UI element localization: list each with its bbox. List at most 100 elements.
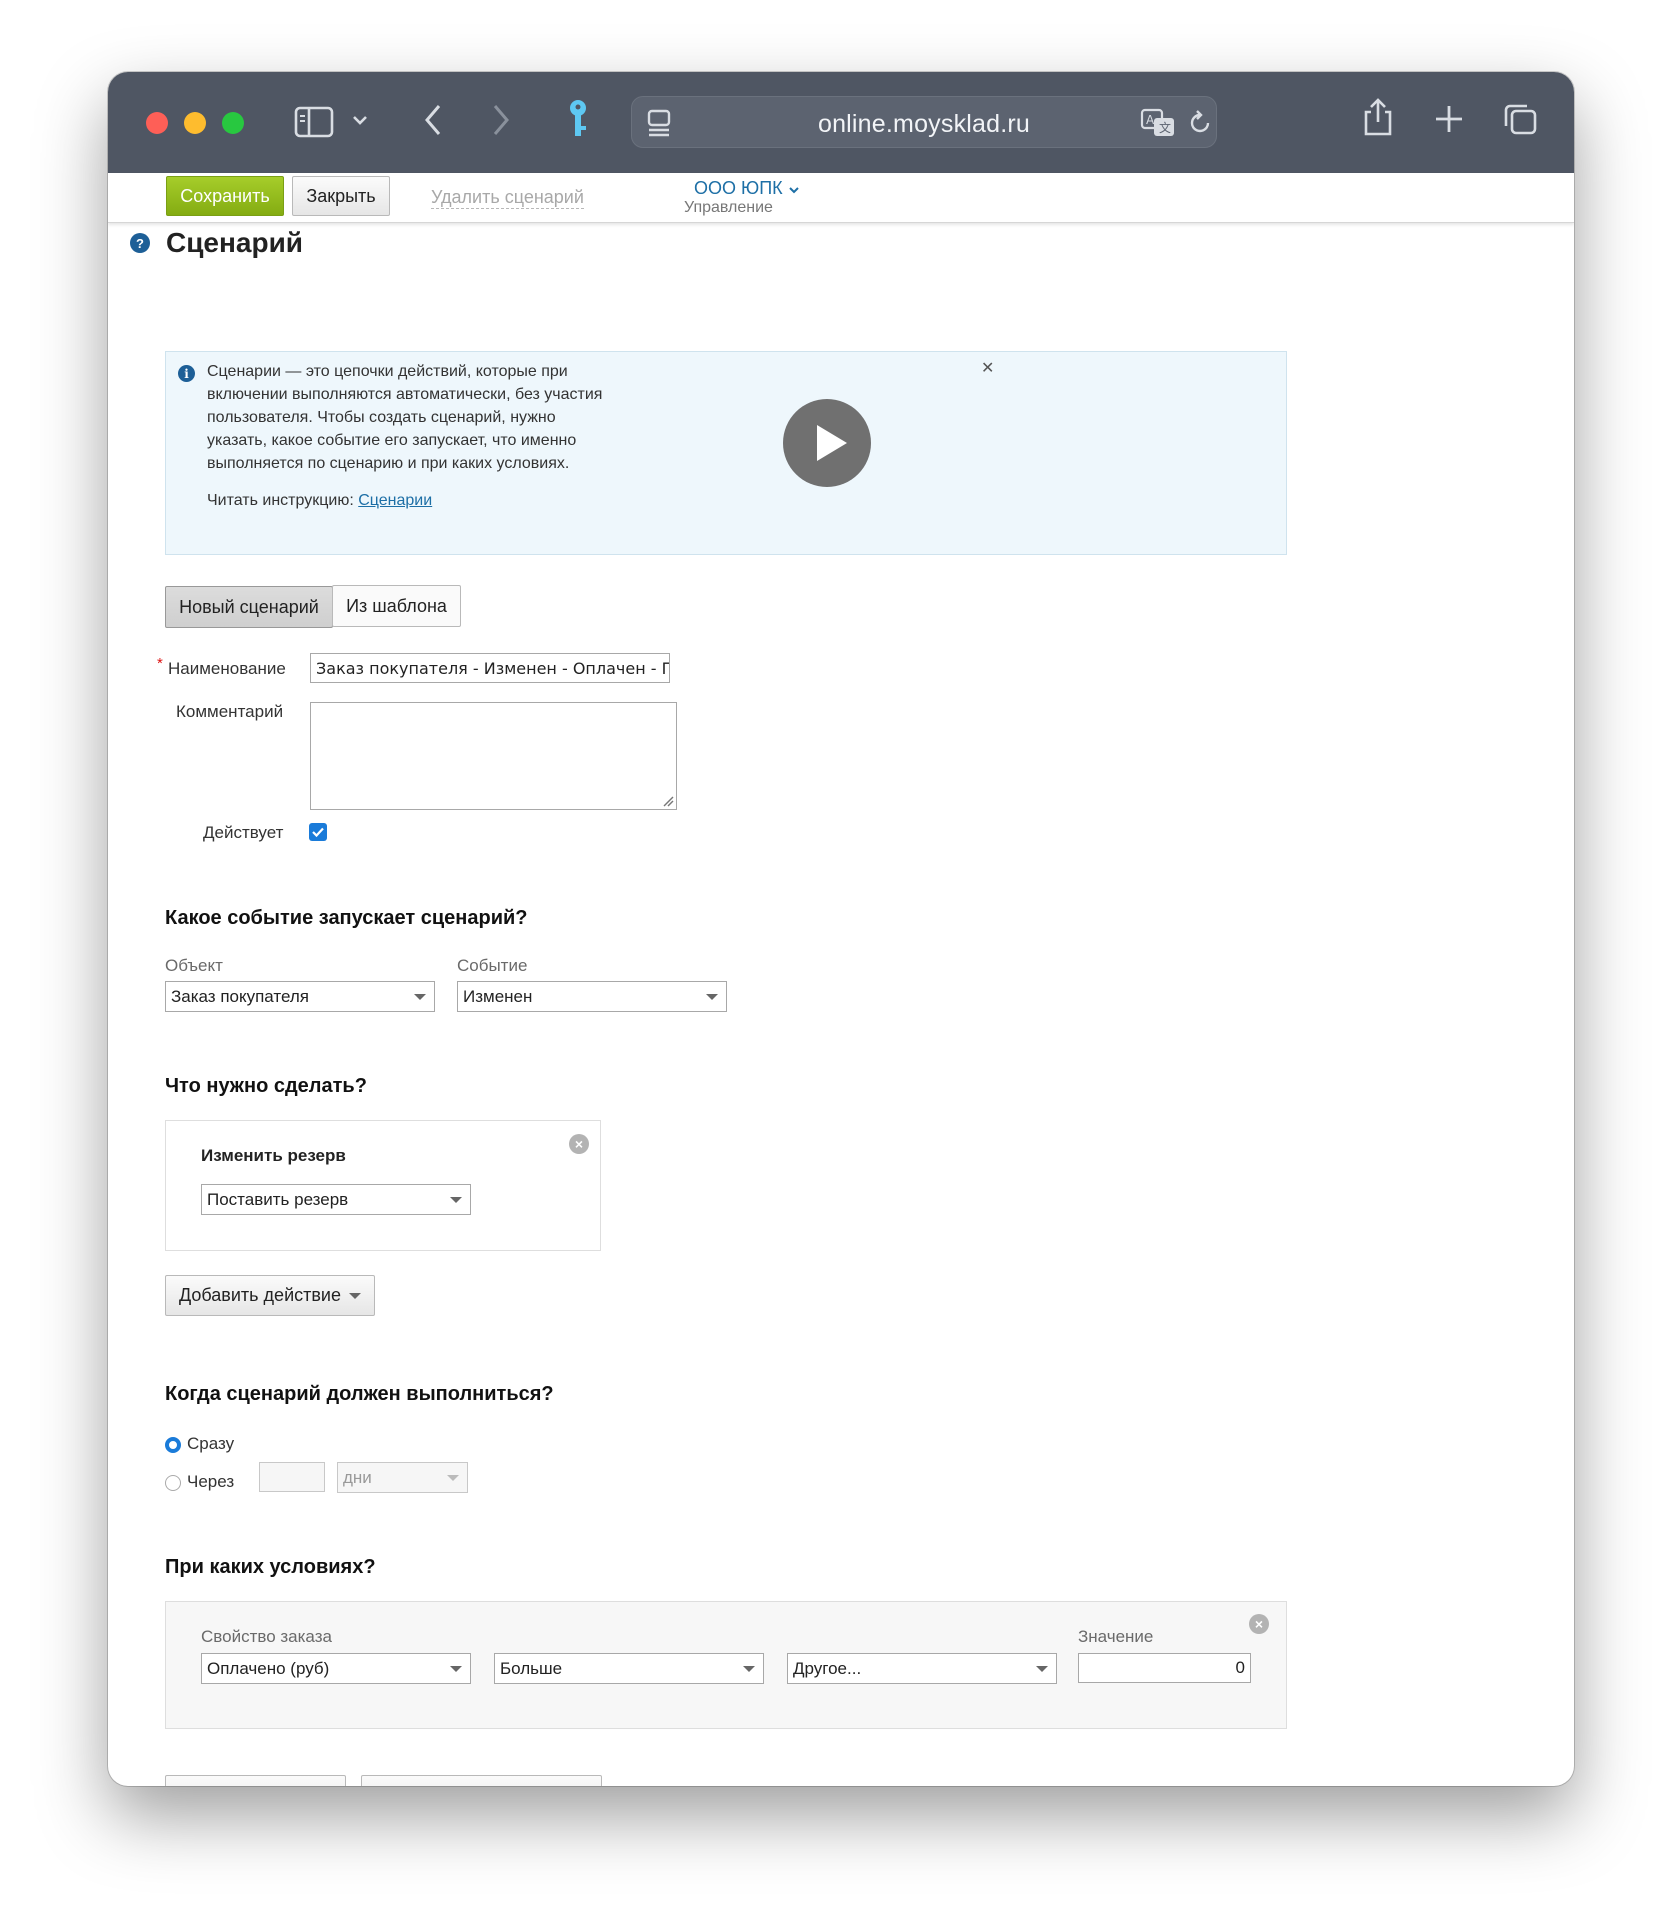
reload-icon[interactable]	[1186, 109, 1214, 142]
url-text: online.moysklad.ru	[817, 110, 1031, 138]
radio-now[interactable]	[165, 1437, 181, 1453]
value-type-value: Другое...	[793, 1658, 862, 1678]
svg-text:文: 文	[1159, 120, 1171, 135]
radio-now-label: Сразу	[187, 1434, 235, 1453]
active-label: Действует	[203, 823, 284, 842]
actions-heading: Что нужно сделать?	[165, 1075, 367, 1097]
comment-label: Комментарий	[176, 702, 284, 721]
page-content: ? Сценарий i Сценарии — это цепочки дейс…	[108, 223, 1574, 1786]
caret-down-icon	[349, 1292, 361, 1299]
instruction-link[interactable]: Сценарии	[358, 492, 432, 509]
app-toolbar: Сохранить Закрыть Удалить сценарий ООО Ю…	[108, 173, 1574, 223]
comment-textarea[interactable]	[310, 702, 677, 810]
reserve-value: Поставить резерв	[207, 1189, 349, 1209]
check-icon	[312, 827, 324, 838]
close-button[interactable]: Закрыть	[292, 176, 390, 216]
active-checkbox[interactable]	[309, 823, 327, 841]
zoom-window-button[interactable]	[222, 112, 244, 134]
trigger-heading: Какое событие запускает сценарий?	[165, 907, 528, 929]
operator-select[interactable]: Больше	[494, 1653, 764, 1684]
company-name: ООО ЮПК	[694, 178, 783, 198]
info-line: Сценарии — это цепочки действий, которые…	[207, 363, 568, 380]
add-action-label: Добавить действие	[179, 1285, 341, 1305]
chevron-down-icon[interactable]	[351, 114, 369, 133]
play-video-button[interactable]	[783, 399, 871, 487]
close-window-button[interactable]	[146, 112, 168, 134]
timing-heading: Когда сценарий должен выполниться?	[165, 1383, 554, 1405]
caret-down-icon	[743, 1666, 755, 1672]
property-value: Оплачено (руб)	[207, 1658, 330, 1678]
caret-down-icon	[450, 1197, 462, 1203]
condition-value-input[interactable]: 0	[1078, 1653, 1251, 1683]
caret-down-icon	[1036, 1666, 1048, 1672]
event-value: Изменен	[463, 986, 533, 1006]
play-icon	[817, 425, 847, 461]
event-label: Событие	[457, 956, 528, 975]
caret-down-icon	[450, 1666, 462, 1672]
reserve-select[interactable]: Поставить резерв	[201, 1184, 471, 1215]
required-marker: *	[157, 655, 163, 672]
tab-from-template[interactable]: Из шаблона	[332, 585, 461, 627]
close-info-icon[interactable]: ✕	[981, 358, 994, 378]
info-line: указать, какое событие его запускает, чт…	[207, 432, 577, 449]
help-icon[interactable]: ?	[130, 233, 150, 253]
info-line: включении выполняются автоматически, без…	[207, 386, 603, 403]
property-label: Свойство заказа	[201, 1627, 332, 1646]
minimize-window-button[interactable]	[184, 112, 206, 134]
page-title: Сценарий	[166, 227, 304, 258]
property-select[interactable]: Оплачено (руб)	[201, 1653, 471, 1684]
radio-after[interactable]	[165, 1475, 181, 1491]
tab-new-scenario[interactable]: Новый сценарий	[165, 586, 333, 628]
save-button[interactable]: Сохранить	[166, 176, 284, 216]
condition-card: Свойство заказа Значение × Оплачено (руб…	[165, 1601, 1287, 1729]
add-condition-group-button[interactable]: Добавить группу условий	[361, 1775, 602, 1786]
delete-scenario-link[interactable]: Удалить сценарий	[431, 187, 584, 209]
delay-unit-select[interactable]: дни	[337, 1462, 468, 1493]
operator-value: Больше	[500, 1658, 563, 1678]
chevron-down-icon	[788, 183, 800, 201]
add-action-button[interactable]: Добавить действие	[165, 1275, 375, 1316]
delay-unit-value: дни	[343, 1467, 372, 1487]
caret-down-icon	[447, 1475, 459, 1481]
info-panel: i Сценарии — это цепочки действий, котор…	[165, 351, 1287, 555]
browser-titlebar: online.moysklad.ru A文	[108, 72, 1574, 173]
object-label: Объект	[165, 956, 223, 975]
name-label: Наименование	[168, 659, 286, 678]
company-selector[interactable]: ООО ЮПК Управление	[676, 175, 806, 219]
browser-window: online.moysklad.ru A文 Сохранить Закрыть …	[108, 72, 1574, 1786]
value-type-select[interactable]: Другое...	[787, 1653, 1057, 1684]
name-input[interactable]: Заказ покупателя - Изменен - Оплачен - П…	[310, 653, 670, 683]
object-select[interactable]: Заказ покупателя	[165, 981, 435, 1012]
address-bar[interactable]: online.moysklad.ru A文	[631, 96, 1217, 148]
new-tab-icon[interactable]	[1434, 104, 1464, 139]
svg-text:A: A	[1146, 113, 1155, 127]
read-instruction: Читать инструкцию: Сценарии	[207, 489, 432, 512]
resize-handle-icon[interactable]	[662, 795, 674, 807]
object-value: Заказ покупателя	[171, 986, 310, 1006]
remove-action-icon[interactable]: ×	[569, 1134, 589, 1154]
caret-down-icon	[706, 994, 718, 1000]
delay-input[interactable]	[259, 1462, 325, 1492]
tab-overview-icon[interactable]	[1502, 102, 1538, 141]
read-instruction-label: Читать инструкцию:	[207, 492, 354, 509]
action-card: Изменить резерв × Поставить резерв	[165, 1120, 601, 1251]
share-icon[interactable]	[1362, 96, 1394, 143]
value-label: Значение	[1078, 1627, 1154, 1646]
event-select[interactable]: Изменен	[457, 981, 727, 1012]
back-icon[interactable]	[422, 102, 444, 143]
info-line: выполняется по сценарию и при каких усло…	[207, 455, 570, 472]
radio-after-label: Через	[187, 1472, 235, 1491]
info-description: Сценарии — это цепочки действий, которые…	[207, 360, 677, 475]
info-line: пользователя. Чтобы создать сценарий, ну…	[207, 409, 556, 426]
forward-icon[interactable]	[490, 102, 512, 143]
remove-condition-icon[interactable]: ×	[1249, 1614, 1269, 1634]
action-card-title: Изменить резерв	[201, 1146, 346, 1165]
info-icon: i	[178, 365, 195, 382]
translate-icon[interactable]: A文	[1140, 108, 1176, 143]
section-name: Управление	[684, 199, 773, 216]
sidebar-icon[interactable]	[294, 106, 334, 143]
add-condition-button[interactable]: Добавить условие	[165, 1775, 346, 1786]
conditions-heading: При каких условиях?	[165, 1556, 376, 1578]
caret-down-icon	[414, 994, 426, 1000]
key-icon[interactable]	[566, 98, 590, 147]
